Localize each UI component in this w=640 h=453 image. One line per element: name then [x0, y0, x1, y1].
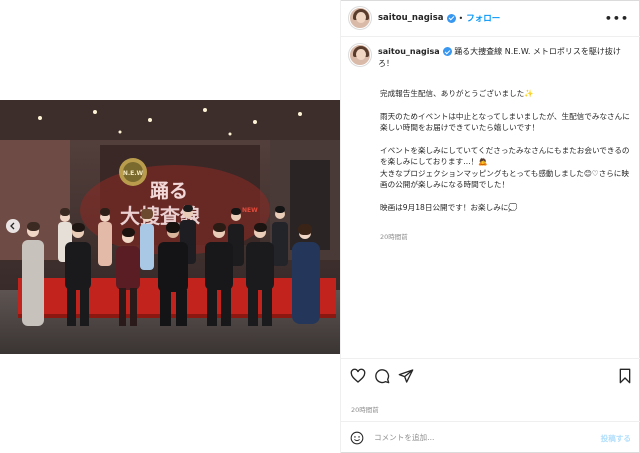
- carousel-prev-button[interactable]: [6, 219, 20, 233]
- username-link[interactable]: saitou_nagisa: [378, 13, 444, 23]
- follow-button[interactable]: フォロー: [466, 12, 500, 24]
- post-side-panel: saitou_nagisa • フォロー ••• saitou_nagisa 踊…: [340, 0, 640, 453]
- heart-icon[interactable]: [350, 368, 366, 384]
- caption-username[interactable]: saitou_nagisa: [378, 47, 440, 56]
- chevron-left-icon: [10, 222, 15, 230]
- caption-title: saitou_nagisa 踊る大捜査線 N.E.W. メトロポリスを駆け抜けろ…: [378, 46, 633, 70]
- action-bar: [341, 358, 640, 394]
- verified-icon: [446, 13, 456, 23]
- more-icon[interactable]: •••: [605, 12, 629, 25]
- caption-avatar[interactable]: [349, 44, 371, 66]
- post-media: N.E.W 踊る 大捜査線 NEW: [0, 0, 340, 453]
- caption-timestamp: 20時間前: [380, 233, 408, 242]
- separator-dot: •: [458, 13, 464, 23]
- caption-body: 完成報告生配信、ありがとうございました✨ 雨天のためイベントは中止となってしまい…: [380, 89, 630, 213]
- photo-sign-title-1: 踊る: [150, 180, 188, 202]
- post-timestamp: 20時間前: [351, 406, 379, 414]
- photo-sign-tag: NEW: [242, 207, 258, 214]
- caption: saitou_nagisa 踊る大捜査線 N.E.W. メトロポリスを駆け抜けろ…: [349, 44, 633, 241]
- share-icon[interactable]: [398, 368, 414, 384]
- emoji-icon[interactable]: [350, 431, 364, 445]
- bookmark-icon[interactable]: [617, 368, 633, 384]
- comment-icon[interactable]: [374, 368, 390, 384]
- comment-input[interactable]: [374, 433, 574, 442]
- post-photo: N.E.W 踊る 大捜査線 NEW: [0, 100, 340, 354]
- avatar[interactable]: [349, 7, 371, 29]
- post-comment-button[interactable]: 投稿する: [601, 433, 631, 444]
- verified-icon: [442, 47, 452, 56]
- comment-bar: 投稿する: [341, 421, 640, 453]
- post-header: saitou_nagisa • フォロー •••: [341, 0, 640, 37]
- photo-sign-logo: N.E.W: [123, 170, 144, 177]
